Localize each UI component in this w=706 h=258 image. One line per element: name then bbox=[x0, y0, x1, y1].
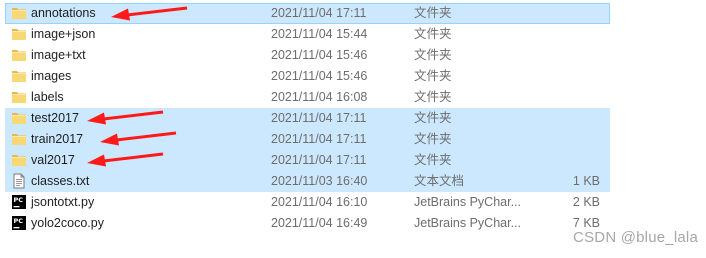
file-row[interactable]: image+txt 2021/11/04 15:46 文件夹 bbox=[5, 45, 610, 66]
file-type: 文件夹 bbox=[414, 90, 452, 104]
file-name: image+txt bbox=[31, 48, 86, 62]
file-date: 2021/11/04 17:11 bbox=[271, 111, 367, 125]
file-date: 2021/11/04 16:49 bbox=[271, 216, 368, 230]
red-arrow-annotation bbox=[98, 129, 178, 150]
file-date: 2021/11/04 16:08 bbox=[271, 90, 368, 104]
file-type: JetBrains PyChar... bbox=[414, 195, 521, 209]
pycharm-file-icon: PC bbox=[11, 215, 27, 230]
file-type: 文件夹 bbox=[414, 153, 452, 167]
red-arrow-annotation bbox=[85, 108, 165, 129]
file-size: 2 KB bbox=[572, 195, 600, 209]
file-date: 2021/11/04 15:46 bbox=[271, 48, 368, 62]
file-date: 2021/11/04 17:11 bbox=[271, 132, 367, 146]
file-type: JetBrains PyChar... bbox=[414, 216, 521, 230]
svg-text:PC: PC bbox=[14, 217, 24, 225]
file-name: labels bbox=[31, 90, 64, 104]
file-name: test2017 bbox=[31, 111, 79, 125]
file-row[interactable]: classes.txt 2021/11/03 16:40 文本文档 1 KB bbox=[5, 171, 610, 192]
file-name: annotations bbox=[31, 6, 96, 20]
file-date: 2021/11/04 17:11 bbox=[271, 153, 367, 167]
file-row[interactable]: val2017 2021/11/04 17:11 文件夹 bbox=[5, 150, 610, 171]
text-file-icon bbox=[11, 173, 27, 189]
file-name: val2017 bbox=[31, 153, 75, 167]
file-type: 文件夹 bbox=[414, 6, 452, 20]
file-type: 文件夹 bbox=[414, 69, 452, 83]
file-row[interactable]: labels 2021/11/04 16:08 文件夹 bbox=[5, 87, 610, 108]
file-name: train2017 bbox=[31, 132, 84, 146]
folder-icon bbox=[11, 6, 27, 20]
file-date: 2021/11/03 16:40 bbox=[271, 174, 368, 188]
file-row[interactable]: images 2021/11/04 15:46 文件夹 bbox=[5, 66, 610, 87]
folder-icon bbox=[11, 132, 27, 146]
red-arrow-annotation bbox=[109, 4, 189, 25]
file-date: 2021/11/04 16:10 bbox=[271, 195, 368, 209]
file-type: 文件夹 bbox=[414, 48, 452, 62]
file-name: yolo2coco.py bbox=[31, 216, 104, 230]
folder-icon bbox=[11, 90, 27, 104]
file-row[interactable]: image+json 2021/11/04 15:44 文件夹 bbox=[5, 24, 610, 45]
file-row[interactable]: PC yolo2coco.py 2021/11/04 16:49 JetBrains … bbox=[5, 213, 610, 234]
file-row[interactable]: train2017 2021/11/04 17:11 文件夹 bbox=[5, 129, 610, 150]
folder-icon bbox=[11, 69, 27, 83]
svg-text:PC: PC bbox=[14, 196, 24, 204]
file-name: images bbox=[31, 69, 72, 83]
file-row[interactable]: annotations 2021/11/04 17:11 文件夹 bbox=[5, 3, 610, 24]
file-size: 1 KB bbox=[572, 174, 600, 188]
file-type: 文件夹 bbox=[414, 27, 452, 41]
folder-icon bbox=[11, 27, 27, 41]
file-type: 文本文档 bbox=[414, 174, 465, 188]
folder-icon bbox=[11, 111, 27, 125]
file-date: 2021/11/04 15:44 bbox=[271, 27, 368, 41]
file-row[interactable]: PC jsontotxt.py 2021/11/04 16:10 JetBrains … bbox=[5, 192, 610, 213]
file-type: 文件夹 bbox=[414, 132, 452, 146]
watermark: CSDN @blue_lala bbox=[573, 229, 698, 246]
folder-icon bbox=[11, 48, 27, 62]
red-arrow-annotation bbox=[85, 150, 165, 171]
file-name: image+json bbox=[31, 27, 96, 41]
folder-icon bbox=[11, 153, 27, 167]
file-list: annotations 2021/11/04 17:11 文件夹 image+json… bbox=[0, 3, 706, 234]
file-name: jsontotxt.py bbox=[31, 195, 95, 209]
file-type: 文件夹 bbox=[414, 111, 452, 125]
file-date: 2021/11/04 17:11 bbox=[271, 6, 367, 20]
file-row[interactable]: test2017 2021/11/04 17:11 文件夹 bbox=[5, 108, 610, 129]
pycharm-file-icon: PC bbox=[11, 194, 27, 209]
file-name: classes.txt bbox=[31, 174, 90, 188]
file-date: 2021/11/04 15:46 bbox=[271, 69, 368, 83]
